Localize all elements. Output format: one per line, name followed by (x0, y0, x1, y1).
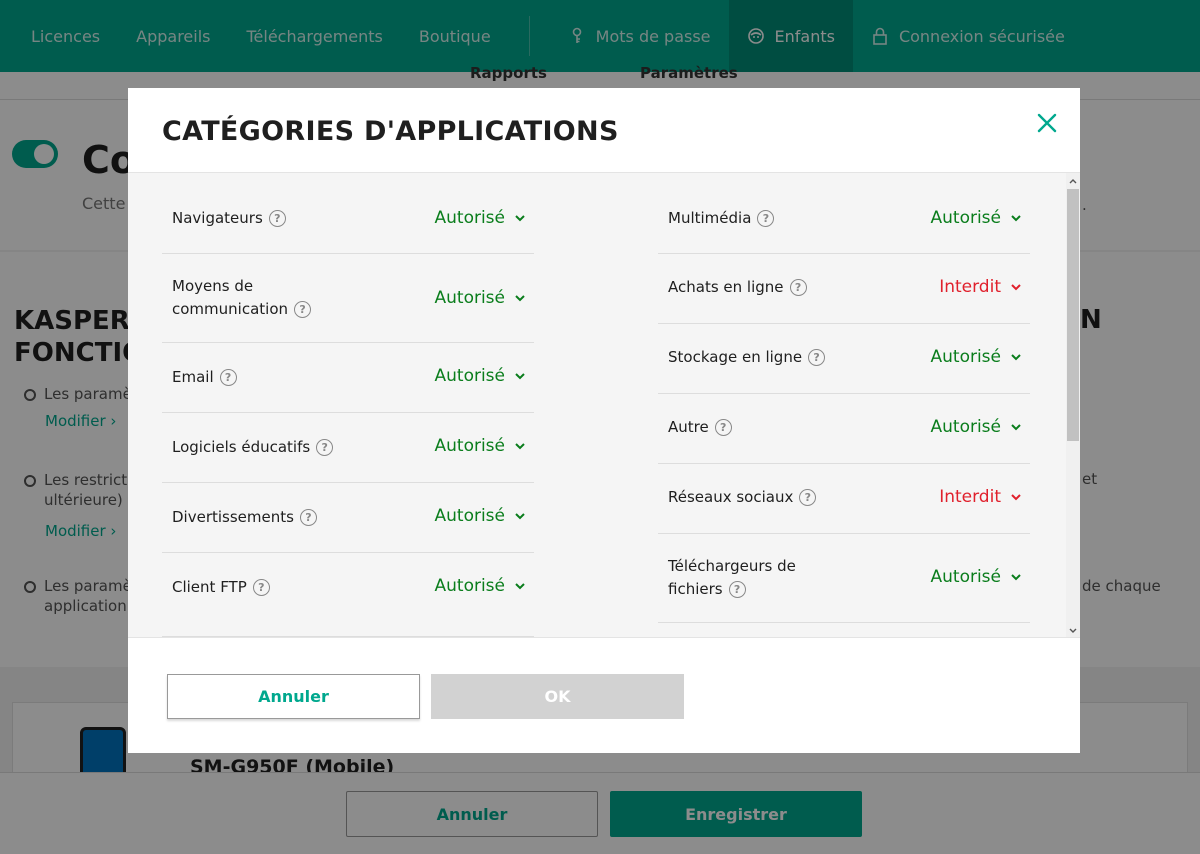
help-icon[interactable]: ? (714, 419, 732, 436)
help-icon[interactable]: ? (252, 579, 270, 596)
category-row-autre: Autre? Autorisé (658, 394, 1030, 464)
category-label: Navigateurs? (172, 207, 392, 230)
chevron-down-icon (1011, 574, 1021, 581)
chevron-down-icon (1011, 354, 1021, 361)
help-icon[interactable]: ? (757, 210, 775, 227)
chevron-down-icon (1011, 284, 1021, 291)
category-label: Multimédia? (668, 207, 888, 230)
category-row-navigateurs: Navigateurs? Autorisé (162, 173, 534, 254)
chevron-down-icon (515, 583, 525, 590)
help-icon[interactable]: ? (728, 581, 746, 598)
category-label: Réseaux sociaux? (668, 486, 888, 509)
chevron-down-icon (515, 215, 525, 222)
help-icon[interactable]: ? (808, 349, 826, 366)
chevron-down-icon (1011, 494, 1021, 501)
category-status-dropdown[interactable]: Interdit (939, 277, 1022, 297)
category-label: Stockage en ligne? (668, 346, 888, 369)
categories-list: Navigateurs? Autorisé Moyens de communic… (128, 172, 1080, 638)
category-status-dropdown[interactable]: Autorisé (435, 208, 527, 228)
category-row-logiciels-educatifs: Logiciels éducatifs? Autorisé (162, 413, 534, 483)
scroll-up-icon[interactable] (1066, 175, 1080, 187)
category-status-dropdown[interactable]: Autorisé (931, 347, 1023, 367)
category-label: Divertissements? (172, 506, 392, 529)
category-status-dropdown[interactable]: Autorisé (435, 288, 527, 308)
dialog-ok-button[interactable]: OK (431, 674, 684, 719)
category-status-dropdown[interactable]: Autorisé (435, 506, 527, 526)
close-icon[interactable] (1032, 108, 1062, 138)
category-label: Moyens de communication? (172, 275, 332, 321)
chevron-down-icon (515, 295, 525, 302)
category-row-moyens-de-communication: Moyens de communication? Autorisé (162, 254, 534, 343)
category-row-multimedia: Multimédia? Autorisé (658, 173, 1030, 254)
category-row-divertissements: Divertissements? Autorisé (162, 483, 534, 553)
category-label: Logiciels éducatifs? (172, 436, 392, 459)
app-categories-dialog: CATÉGORIES D'APPLICATIONS Navigateurs? A… (128, 88, 1080, 753)
scrollbar-thumb[interactable] (1067, 189, 1079, 441)
category-label: Client FTP? (172, 576, 392, 599)
chevron-down-icon (1011, 424, 1021, 431)
category-status-dropdown[interactable]: Autorisé (435, 366, 527, 386)
category-status-dropdown[interactable]: Autorisé (435, 576, 527, 596)
category-row-client-ftp: Client FTP? Autorisé (162, 553, 534, 637)
chevron-down-icon (515, 443, 525, 450)
help-icon[interactable]: ? (268, 210, 286, 227)
chevron-down-icon (1011, 215, 1021, 222)
help-icon[interactable]: ? (219, 369, 237, 386)
category-label: Autre? (668, 416, 888, 439)
chevron-down-icon (515, 373, 525, 380)
chevron-down-icon (515, 513, 525, 520)
help-icon[interactable]: ? (316, 439, 334, 456)
list-scrollbar[interactable] (1066, 173, 1080, 637)
scroll-down-icon[interactable] (1066, 625, 1080, 637)
category-row-email: Email? Autorisé (162, 343, 534, 413)
category-status-dropdown[interactable]: Interdit (939, 487, 1022, 507)
category-label: Email? (172, 366, 392, 389)
category-label: Téléchargeurs de fichiers? (668, 557, 796, 598)
category-status-dropdown[interactable]: Autorisé (931, 417, 1023, 437)
dialog-title: CATÉGORIES D'APPLICATIONS (162, 116, 619, 147)
category-row-achats-en-ligne: Achats en ligne? Interdit (658, 254, 1030, 324)
help-icon[interactable]: ? (789, 279, 807, 296)
category-row-telechargeurs-de-fichiers: Téléchargeurs de fichiers? Autorisé (658, 534, 1030, 623)
category-row-stockage-en-ligne: Stockage en ligne? Autorisé (658, 324, 1030, 394)
help-icon[interactable]: ? (799, 489, 817, 506)
category-row-reseaux-sociaux: Réseaux sociaux? Interdit (658, 464, 1030, 534)
category-status-dropdown[interactable]: Autorisé (435, 436, 527, 456)
help-icon[interactable]: ? (299, 509, 317, 526)
help-icon[interactable]: ? (294, 301, 312, 318)
dialog-cancel-button[interactable]: Annuler (167, 674, 420, 719)
category-label: Achats en ligne? (668, 276, 888, 299)
category-status-dropdown[interactable]: Autorisé (931, 567, 1023, 587)
category-status-dropdown[interactable]: Autorisé (931, 208, 1023, 228)
